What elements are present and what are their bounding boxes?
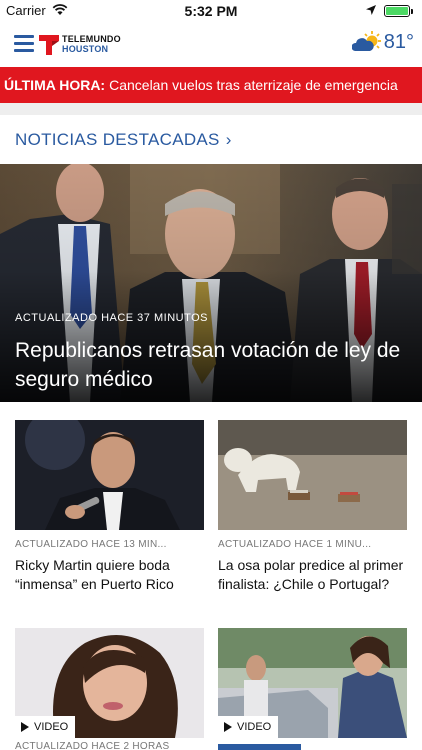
video-card[interactable]: VIDEO — [218, 628, 407, 738]
weather-widget[interactable]: 81° — [351, 30, 414, 54]
video-thumbnail: VIDEO — [15, 628, 204, 738]
hero-story[interactable]: ACTUALIZADO HACE 37 MINUTOS Republicanos… — [0, 164, 422, 402]
status-bar: Carrier 5:32 PM — [0, 0, 422, 22]
breaking-news-banner[interactable]: ÚLTIMA HORA: Cancelan vuelos tras aterri… — [0, 67, 422, 103]
hamburger-line — [14, 49, 34, 52]
telemundo-t-icon — [39, 35, 59, 55]
video-label: VIDEO — [237, 721, 272, 733]
story-card[interactable]: ACTUALIZADO HACE 1 MINU... La osa polar … — [218, 420, 407, 594]
story-thumbnail — [218, 420, 407, 530]
section-title-link[interactable]: NOTICIAS DESTACADAS › — [15, 130, 232, 150]
section-title: NOTICIAS DESTACADAS — [15, 130, 220, 149]
breaking-headline: Cancelan vuelos tras aterrizaje de emerg… — [109, 77, 398, 93]
hero-headline: Republicanos retrasan votación de ley de… — [15, 339, 401, 391]
story-headline: La osa polar predice al primer finalista… — [218, 557, 404, 592]
polar-bear-photo — [218, 420, 407, 530]
battery-tip — [411, 9, 413, 14]
story-updated-time: ACTUALIZADO HACE 13 MIN... — [15, 539, 167, 550]
telemundo-logo[interactable]: TELEMUNDO HOUSTON — [39, 31, 121, 57]
menu-button[interactable] — [14, 35, 34, 52]
story-thumbnail — [15, 420, 204, 530]
breaking-label: ÚLTIMA HORA: — [4, 77, 106, 93]
chevron-right-icon: › — [225, 130, 232, 149]
play-icon — [224, 722, 232, 732]
video-badge: VIDEO — [15, 716, 76, 738]
battery-icon — [384, 5, 410, 17]
category-tag — [218, 744, 301, 750]
app-header: TELEMUNDO HOUSTON 81° — [0, 22, 422, 66]
hero-updated-time: ACTUALIZADO HACE 37 MINUTOS — [15, 312, 208, 324]
video-card[interactable]: VIDEO — [15, 628, 204, 738]
video-badge: VIDEO — [218, 716, 279, 738]
logo-line2: HOUSTON — [62, 44, 109, 54]
singer-photo — [15, 420, 204, 530]
partly-cloudy-icon — [351, 31, 381, 51]
hamburger-menu-icon — [14, 35, 34, 38]
story-card[interactable]: ACTUALIZADO HACE 13 MIN... Ricky Martin … — [15, 420, 204, 594]
hamburger-line — [14, 42, 34, 45]
temperature-label: 81° — [383, 30, 414, 53]
location-arrow-icon — [366, 5, 376, 15]
play-icon — [21, 722, 29, 732]
story-updated-time: ACTUALIZADO HACE 2 HORAS — [15, 741, 170, 750]
story-headline: Ricky Martin quiere boda “inmensa” en Pu… — [15, 557, 174, 592]
story-updated-time: ACTUALIZADO HACE 1 MINU... — [218, 539, 372, 550]
video-thumbnail: VIDEO — [218, 628, 407, 738]
logo-text: TELEMUNDO HOUSTON — [62, 34, 121, 54]
section-divider — [0, 103, 422, 115]
status-time: 5:32 PM — [184, 3, 238, 19]
video-label: VIDEO — [34, 721, 69, 733]
logo-line1: TELEMUNDO — [62, 34, 121, 44]
